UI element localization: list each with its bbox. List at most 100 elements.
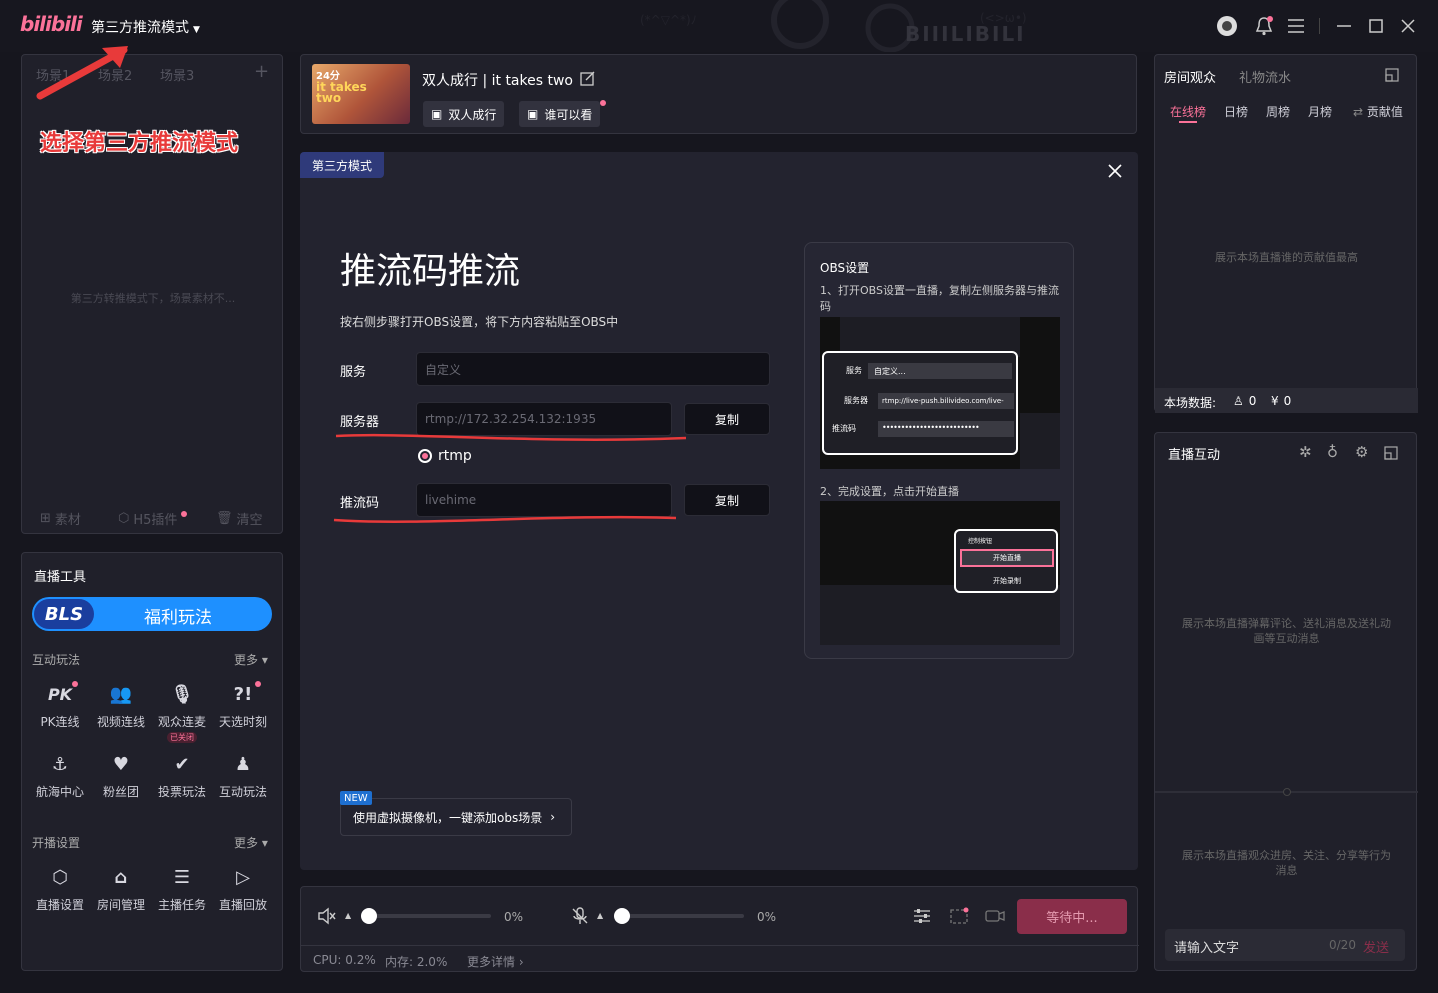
user-icon: ♙ [1233,394,1244,408]
voice-icon[interactable]: ♁ [1327,443,1338,461]
subtab-online[interactable]: 在线榜 [1170,103,1206,120]
interactive-more-link[interactable]: 更多 ▾ [234,651,268,668]
minimize-icon[interactable] [1332,14,1356,38]
bell-icon[interactable] [1252,14,1276,38]
tool-fans[interactable]: ♥ 粉丝团 [93,751,149,800]
subtab-daily[interactable]: 日榜 [1224,103,1248,120]
interaction-title: 直播互动 [1168,448,1221,463]
memory-usage: 内存: 2.0% [385,955,448,969]
subtab-contribution[interactable]: ⇄ 贡献值 [1353,103,1403,120]
broadcast-more-link[interactable]: 更多 ▾ [234,834,268,851]
mic-slider-handle[interactable] [614,908,630,924]
material-label: 素材 [54,513,81,528]
mic-level: 0% [757,910,777,924]
obs-guide: OBS设置 1、打开OBS设置一直播，复制左侧服务器与推流码 服务 自定义...… [804,242,1074,659]
service-label: 服务 [340,365,367,380]
splitter-handle[interactable] [1283,788,1291,796]
bilibili-logo: bilibili [20,12,83,36]
mic-slider[interactable] [614,914,744,918]
tool-lottery[interactable]: ?! 天选时刻 [215,681,271,730]
tool-label: PK连线 [40,715,80,729]
camera-icon[interactable] [985,908,1005,924]
category-chip[interactable]: ▣ 双人成行 [423,101,505,127]
tool-settings[interactable]: ⬡ 直播设置 [32,864,88,913]
mic-caret-icon[interactable]: ▲ [597,911,603,920]
popout-icon[interactable] [1385,68,1399,82]
control-bar: ▲ 0% ▲ 0% 等待中... CPU: 0.2% 内存: 2.0% 更多详情… [300,886,1139,972]
tool-vote[interactable]: ✔ 投票玩法 [154,751,210,800]
visibility-chip[interactable]: ▣ 谁可以看 [519,101,601,127]
mic-mute-icon[interactable] [571,907,589,925]
clear-label: 清空 [236,513,263,528]
copy-server-button[interactable]: 复制 [684,403,770,435]
menu-icon[interactable] [1284,14,1308,38]
screen-record-icon[interactable] [949,907,969,925]
tab-audience[interactable]: 房间观众 [1164,67,1216,86]
revenue-value: 0 [1283,394,1292,408]
subtab-monthly[interactable]: 月榜 [1308,103,1332,120]
category-label: 双人成行 [448,107,497,122]
send-button[interactable]: 发送 [1363,937,1389,956]
virtual-camera-label: 使用虚拟摄像机，一键添加obs场景 [353,810,543,825]
settings-icon[interactable]: ⚙ [1355,443,1368,461]
notification-dot [72,681,78,687]
speaker-caret-icon[interactable]: ▲ [345,911,351,920]
stream-mode-dropdown[interactable]: 第三方推流模式 ▼ [91,17,200,37]
more-details-link[interactable]: 更多详情 › [467,953,524,970]
tool-interactive[interactable]: ♟ 互动玩法 [215,751,271,800]
bls-banner[interactable]: BLS 福利玩法 [32,597,272,631]
tool-anchor[interactable]: ⚓ 航海中心 [32,751,88,800]
video-link-icon: 👥 [109,683,133,705]
speaker-slider[interactable] [361,914,491,918]
char-counter: 0/20 [1329,938,1356,952]
material-button[interactable]: ⊞ 素材 [40,509,81,528]
virtual-camera-link[interactable]: 使用虚拟摄像机，一键添加obs场景 › [340,798,572,836]
room-info-panel: 24分 it takes two 双人成行 | it takes two ▣ 双人… [300,54,1137,134]
rtmp-label: rtmp [438,448,472,464]
avatar[interactable] [1215,14,1239,38]
tool-label: 天选时刻 [218,715,267,729]
tool-replay[interactable]: ▷ 直播回放 [215,864,271,913]
modal-title: 推流码推流 [340,251,521,292]
tab-gifts[interactable]: 礼物流水 [1239,67,1291,86]
add-scene-button[interactable]: + [254,61,269,82]
trash-icon: 🗑 [216,511,233,526]
mixer-icon[interactable] [913,907,931,925]
scene-tab-3[interactable]: 场景3 [160,65,194,84]
tool-task[interactable]: ☰ 主播任务 [154,864,210,913]
maximize-icon[interactable] [1364,14,1388,38]
tool-label: 房间管理 [96,898,145,912]
cover-title: it takes two [316,80,367,105]
popout-icon[interactable] [1384,446,1398,460]
obs-step-2: 2、完成设置，点击开始直播 [820,485,959,498]
speaker-slider-handle[interactable] [361,908,377,924]
broadcast-title: 开播设置 [32,836,81,850]
close-icon[interactable] [1396,14,1420,38]
start-stream-button[interactable]: 等待中... [1017,899,1127,934]
audience-panel: 房间观众 礼物流水 在线榜 日榜 周榜 月榜 ⇄ 贡献值 展示本场直播谁的贡献值… [1154,54,1418,413]
tool-room[interactable]: ⌂ 房间管理 [93,864,149,913]
speaker-mute-icon[interactable] [317,907,337,925]
task-icon: ☰ [173,866,191,888]
notification-dot [255,681,261,687]
copy-stream-key-button[interactable]: 复制 [684,484,770,516]
rtmp-radio[interactable]: rtmp [418,448,472,464]
room-icon: ⌂ [114,866,128,888]
effects-off-icon[interactable]: ✲ [1299,443,1312,461]
tool-video-link[interactable]: 👥 视频连线 [93,681,149,730]
chat-input-box[interactable]: 请输入文字 0/20 发送 [1165,929,1405,961]
obs-start-record: 开始录制 [993,577,1021,585]
more-details-label: 更多详情 [467,955,516,969]
clear-button[interactable]: 🗑 清空 [216,509,263,528]
subtab-weekly[interactable]: 周榜 [1266,103,1290,120]
fans-icon: ♥ [112,753,130,775]
service-field[interactable]: 自定义 [416,352,770,386]
edit-icon[interactable] [580,70,596,86]
tool-pk[interactable]: PK PK连线 [32,681,88,730]
modal-close-icon[interactable] [1108,164,1122,178]
annotation-text: 选择第三方推流模式 [40,131,239,156]
h5-plugin-button[interactable]: ⬡ H5插件 [118,509,188,528]
obs-key-label: 推流码 [832,424,856,433]
game-cover[interactable]: 24分 it takes two [312,64,410,124]
tool-mic[interactable]: 🎙 观众连麦 已关闭 [154,681,210,743]
